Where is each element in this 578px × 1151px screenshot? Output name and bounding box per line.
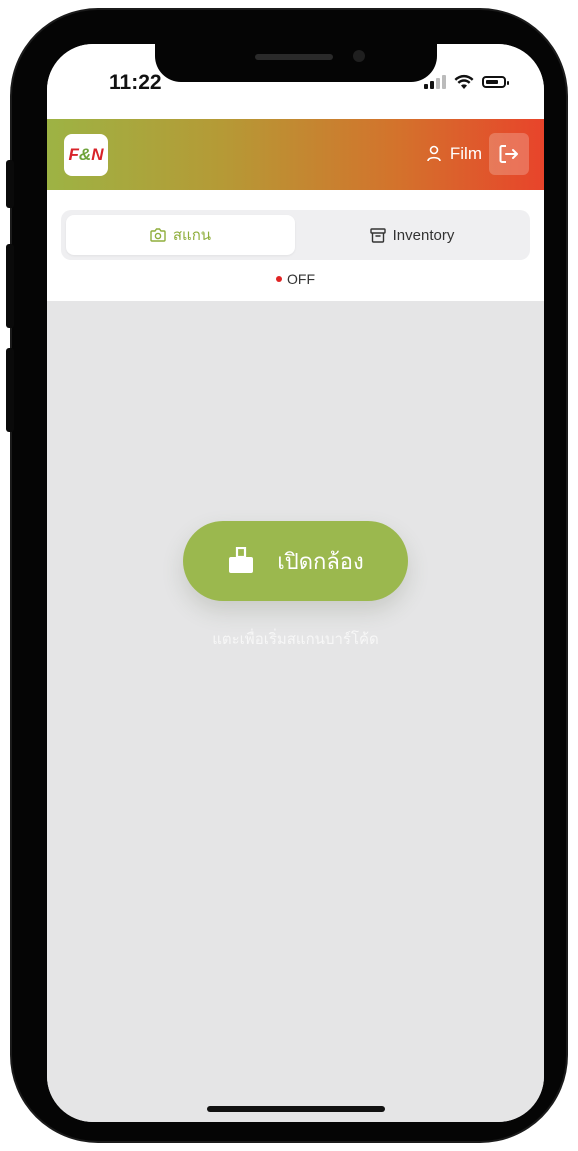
user-icon <box>427 145 441 162</box>
wifi-icon <box>454 74 474 89</box>
archive-icon <box>369 227 386 243</box>
volume-down-button <box>6 348 14 432</box>
logout-icon <box>499 145 518 163</box>
status-dot <box>276 276 282 282</box>
camera-status: OFF <box>47 271 544 287</box>
speaker-grille <box>255 54 333 60</box>
app-header: F & N Film <box>47 119 544 190</box>
tab-scan-label: สแกน <box>172 227 212 244</box>
volume-up-button <box>6 244 14 328</box>
tab-panel: สแกน Inventory OFF <box>47 190 544 301</box>
battery-icon <box>482 76 509 88</box>
status-bar: 11:22 <box>47 44 544 119</box>
camera-viewport: เปิดกล้อง แตะเพื่อเริ่มสแกนบาร์โค้ด <box>47 301 544 1122</box>
user-name: Film <box>449 144 482 163</box>
tab-scan[interactable]: สแกน <box>66 215 295 255</box>
camera-status-label: OFF <box>287 271 315 287</box>
open-camera-label: เปิดกล้อง <box>277 549 364 575</box>
brand-logo: F & N <box>64 134 108 176</box>
camera-icon <box>150 228 166 242</box>
scan-hint: แตะเพื่อเริ่มสแกนบาร์โค้ด <box>212 630 379 648</box>
tab-inventory-label: Inventory <box>392 226 455 244</box>
phone-screen: 11:22 F & N Film สแกน Inventory OFF เปิด… <box>47 44 544 1122</box>
home-indicator[interactable] <box>207 1106 385 1112</box>
tab-inventory[interactable]: Inventory <box>299 215 525 255</box>
status-time: 11:22 <box>109 71 162 94</box>
open-camera-button[interactable]: เปิดกล้อง <box>183 521 408 601</box>
front-camera <box>353 50 365 62</box>
silent-switch <box>6 160 14 208</box>
status-icons <box>424 74 509 90</box>
logout-button[interactable] <box>489 133 529 175</box>
camera-start-icon <box>229 547 254 573</box>
user-info[interactable]: Film <box>426 144 482 164</box>
tab-bar: สแกน Inventory <box>61 210 530 260</box>
notch <box>155 44 437 82</box>
signal-icon <box>424 75 446 89</box>
